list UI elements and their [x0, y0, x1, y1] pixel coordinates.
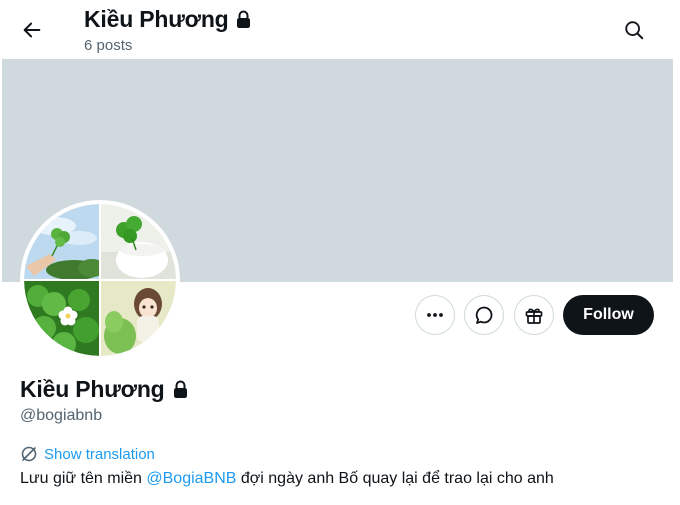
avatar-image [24, 204, 176, 356]
gift-icon [525, 308, 543, 324]
post-count: 6 posts [84, 37, 133, 54]
avatar[interactable] [20, 200, 180, 360]
back-button[interactable] [14, 12, 50, 48]
bio-text-end: đợi ngày anh Bố quay lại để trao lại cho… [236, 470, 554, 487]
profile-bio: Lưu giữ tên miền @BogiaBNB đợi ngày anh … [20, 470, 554, 488]
header-title: Kiều Phương [84, 6, 252, 33]
message-button[interactable] [464, 295, 504, 335]
gift-button[interactable] [514, 295, 554, 335]
header-display-name: Kiều Phương [84, 6, 229, 32]
bio-mention-link[interactable]: @BogiaBNB [146, 470, 236, 487]
profile-name-row: Kiều Phương [20, 376, 189, 403]
profile-handle: @bogiabnb [20, 407, 103, 424]
show-translation-label: Show translation [44, 445, 155, 463]
more-icon [427, 313, 443, 317]
profile-display-name: Kiều Phương [20, 376, 165, 402]
follow-button[interactable]: Follow [563, 295, 654, 335]
search-button[interactable] [616, 12, 652, 48]
show-translation-link[interactable]: Show translation [20, 445, 155, 463]
lock-icon [173, 380, 187, 398]
arrow-left-icon [23, 22, 41, 38]
lock-icon [236, 10, 250, 28]
search-icon [625, 21, 644, 40]
top-bar: Kiều Phương 6 posts [0, 0, 680, 58]
translate-icon [21, 446, 37, 462]
message-icon [475, 306, 493, 324]
more-button[interactable] [415, 295, 455, 335]
bio-text-start: Lưu giữ tên miền [20, 470, 147, 487]
